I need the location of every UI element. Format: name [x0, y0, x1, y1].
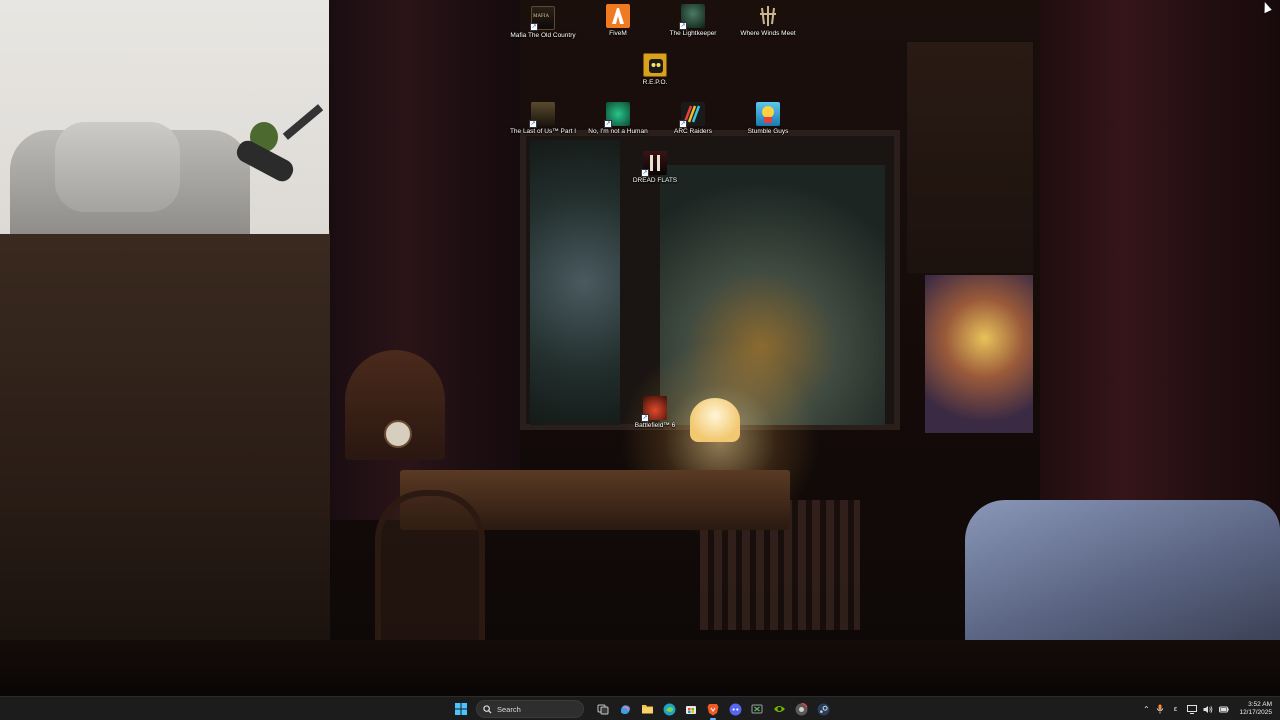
- search-placeholder: Search: [497, 704, 521, 714]
- desktop-icon-label: Stumble Guys: [747, 128, 789, 135]
- taskbar-apps: Search: [452, 699, 832, 720]
- file-explorer-button[interactable]: [638, 700, 656, 718]
- windows-logo-icon: [455, 703, 467, 715]
- system-tray: ⌃ ε 3:52 AM 12/17/2025: [1143, 697, 1272, 720]
- shortcut-arrow-icon: ↗: [529, 120, 537, 128]
- clock-time: 3:52 AM: [1248, 701, 1272, 708]
- microphone-icon[interactable]: [1156, 704, 1164, 714]
- wallpaper-floor: [0, 640, 1280, 696]
- folder-icon: [641, 705, 653, 714]
- discord-button[interactable]: [726, 700, 744, 718]
- steam-icon: [817, 703, 829, 715]
- chrome-icon: [795, 702, 808, 715]
- edge-icon: [663, 703, 675, 715]
- brave-button[interactable]: [704, 700, 722, 720]
- desktop-icon-label: FiveM: [609, 30, 627, 37]
- desktop-icon-stumble-guys[interactable]: Stumble Guys: [730, 102, 806, 136]
- webcam-overlay: [0, 0, 329, 234]
- desktop-icon-label: Mafia The Old Country: [510, 32, 576, 39]
- mafia-icon: MAFIA ↗: [530, 6, 555, 31]
- last-of-us-icon: ↗: [529, 102, 555, 128]
- desktop-icon-label: Battlefield™ 6: [634, 422, 676, 429]
- battlefield-6-icon: ↗: [641, 396, 667, 422]
- not-a-human-icon: ↗: [604, 102, 630, 128]
- volume-icon[interactable]: [1203, 705, 1213, 714]
- copilot-icon: [620, 704, 630, 714]
- start-button[interactable]: [452, 700, 470, 718]
- shortcut-arrow-icon: ↗: [604, 120, 612, 128]
- task-view-button[interactable]: [594, 700, 612, 718]
- webcam-pillow: [55, 122, 180, 212]
- xbox-button[interactable]: [748, 700, 766, 718]
- xbox-icon: [751, 704, 763, 714]
- wallpaper-lamp: [690, 398, 740, 442]
- dread-flats-icon: ↗: [641, 151, 667, 177]
- desktop-icon-label: ARC Raiders: [674, 128, 712, 135]
- wallpaper-shutter: [905, 40, 1035, 275]
- discord-icon: [729, 703, 741, 715]
- shortcut-arrow-icon: ↗: [679, 22, 687, 30]
- stumble-guys-icon: [756, 102, 780, 126]
- taskbar-clock[interactable]: 3:52 AM 12/17/2025: [1239, 701, 1272, 717]
- repo-icon: [643, 53, 667, 77]
- shortcut-arrow-icon: ↗: [641, 414, 649, 422]
- brave-icon: [707, 703, 719, 715]
- desktop-icon-label: DREAD FLATS: [632, 177, 678, 184]
- search-icon: [483, 704, 492, 714]
- clock-date: 12/17/2025: [1239, 709, 1272, 716]
- desktop-icon-where-winds-meet[interactable]: Where Winds Meet: [730, 4, 806, 38]
- wallpaper-clock: [384, 420, 412, 448]
- desktop-icon-fivem[interactable]: FiveM: [580, 4, 656, 38]
- store-icon: [686, 706, 696, 714]
- fivem-icon: [606, 4, 630, 28]
- battery-power-icon[interactable]: [1219, 705, 1230, 714]
- chevron-up-icon[interactable]: ⌃: [1143, 705, 1150, 714]
- desktop-icon-arc-raiders[interactable]: ↗ ARC Raiders: [655, 102, 731, 136]
- chrome-button[interactable]: [792, 700, 810, 718]
- webcam-mic-arm: [282, 104, 324, 140]
- taskbar: Search ⌃ ε 3:52 AM 12/17/2025: [0, 696, 1280, 720]
- desktop-icon-label: The Lightkeeper: [669, 30, 717, 37]
- desktop-icon-not-a-human[interactable]: ↗ No, I'm not a Human: [580, 102, 656, 136]
- desktop-icon-label: The Last of Us™ Part I: [509, 128, 577, 135]
- input-language-indicator[interactable]: ε: [1174, 705, 1178, 713]
- nvidia-icon: [773, 706, 785, 712]
- edge-button[interactable]: [660, 700, 678, 718]
- where-winds-meet-icon: [756, 4, 780, 28]
- monitor-network-icon[interactable]: [1187, 704, 1198, 714]
- nvidia-button[interactable]: [770, 700, 788, 718]
- shortcut-arrow-icon: ↗: [530, 23, 538, 31]
- desktop-icon-last-of-us[interactable]: ↗ The Last of Us™ Part I: [505, 102, 581, 136]
- shortcut-arrow-icon: ↗: [679, 120, 687, 128]
- steam-button[interactable]: [814, 700, 832, 718]
- desktop-icon-lightkeeper[interactable]: ↗ The Lightkeeper: [655, 4, 731, 38]
- desktop-icon-repo[interactable]: R.E.P.O.: [617, 53, 693, 87]
- taskbar-search-box[interactable]: Search: [476, 700, 584, 718]
- desktop-icon-mafia[interactable]: MAFIA ↗ Mafia The Old Country: [505, 6, 581, 40]
- wallpaper-side-window: [925, 275, 1033, 433]
- desktop-icon-battlefield-6[interactable]: ↗ Battlefield™ 6: [617, 396, 693, 430]
- desktop-icon-dread-flats[interactable]: ↗ DREAD FLATS: [617, 151, 693, 185]
- desktop-icon-label: R.E.P.O.: [642, 79, 668, 86]
- copilot-button[interactable]: [616, 700, 634, 718]
- shortcut-arrow-icon: ↗: [641, 169, 649, 177]
- arc-raiders-icon: ↗: [679, 102, 705, 128]
- wallpaper-back-wall: [0, 230, 330, 650]
- microsoft-store-button[interactable]: [682, 700, 700, 718]
- wallpaper-hotel-sign: [530, 140, 620, 425]
- desktop-icon-label: No, I'm not a Human: [588, 128, 648, 135]
- task-view-icon: [597, 704, 609, 715]
- wallpaper-curtain-right: [1040, 0, 1280, 560]
- desktop-icon-label: Where Winds Meet: [740, 30, 796, 37]
- lightkeeper-icon: ↗: [679, 4, 705, 30]
